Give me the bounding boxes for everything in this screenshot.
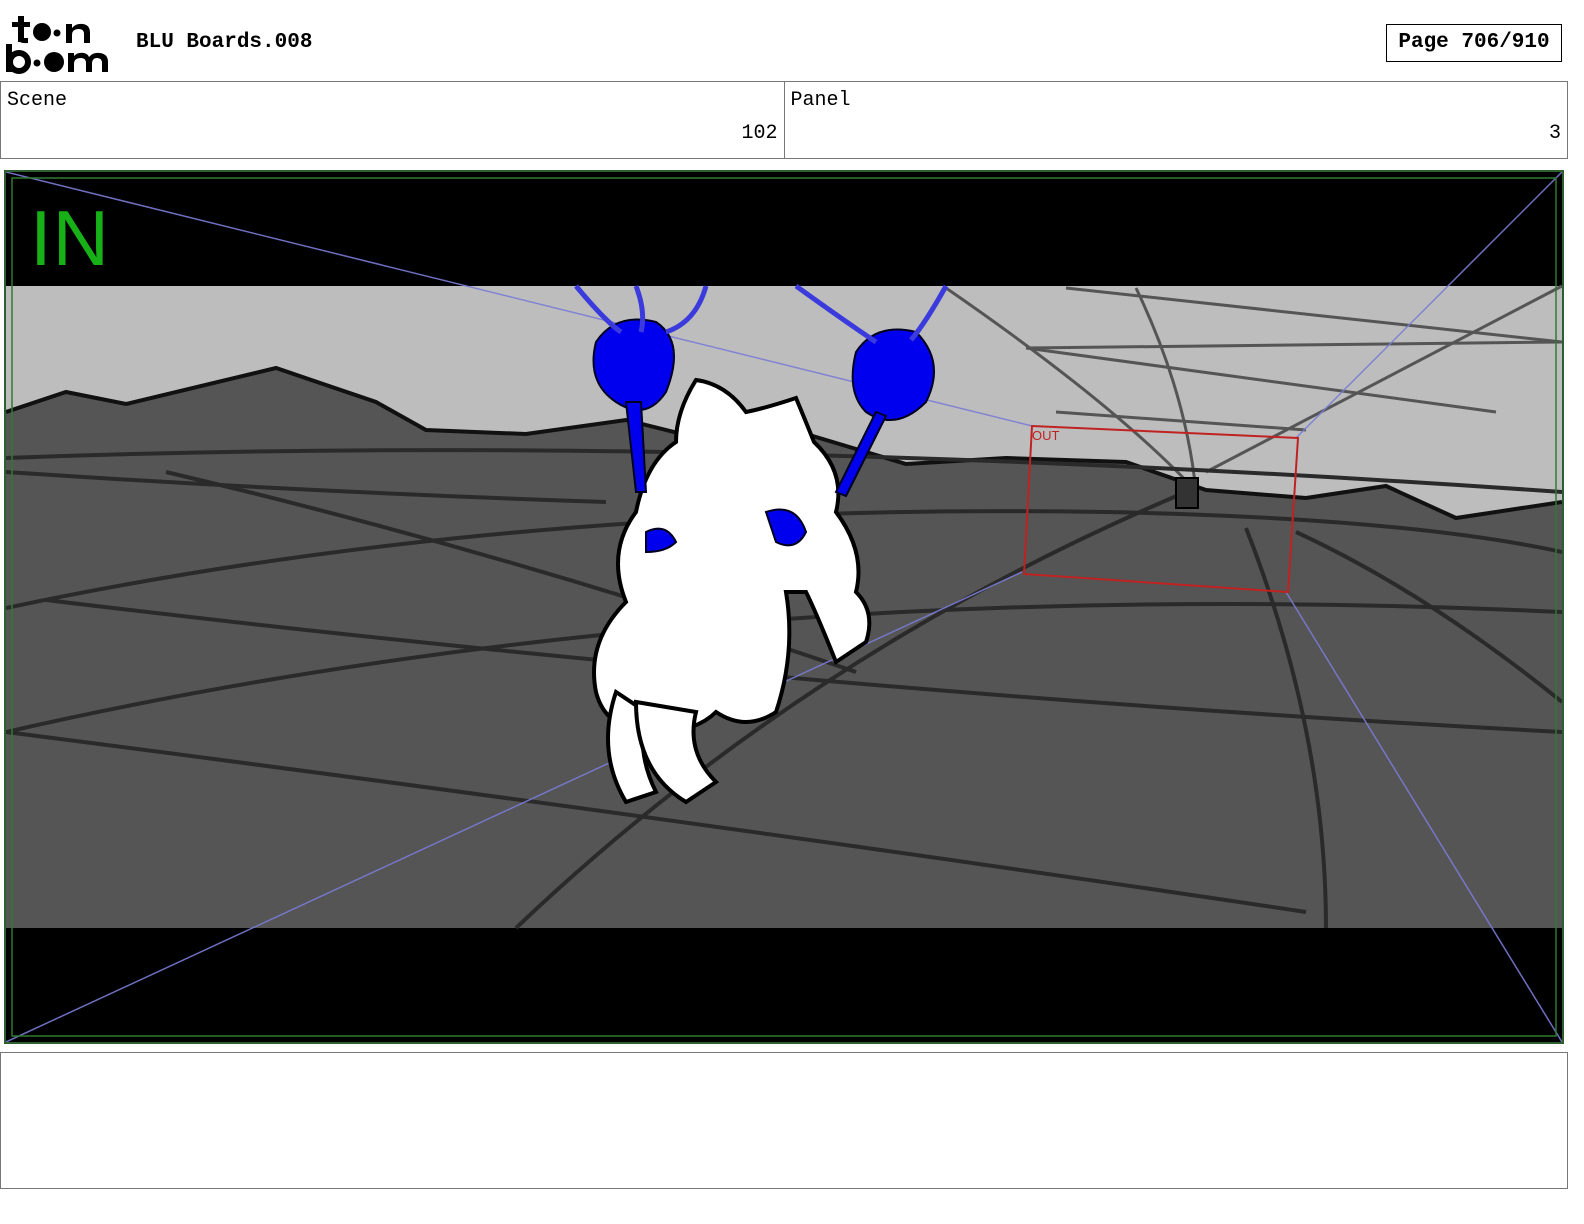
storyboard-frame: IN OUT xyxy=(4,170,1564,1044)
scene-cell: Scene 102 xyxy=(1,82,784,158)
page-indicator: Page 706/910 xyxy=(1386,24,1562,62)
storyboard-drawing xyxy=(6,172,1562,1042)
out-label: OUT xyxy=(1032,428,1060,443)
panel-cell: Panel 3 xyxy=(783,82,1568,158)
panel-label: Panel xyxy=(790,89,851,112)
notes-box xyxy=(0,1052,1568,1189)
header: BLU Boards.008 Page 706/910 xyxy=(0,0,1584,82)
panel-value: 3 xyxy=(1548,122,1561,145)
in-label: IN xyxy=(30,194,110,282)
toon-boom-logo xyxy=(6,16,108,74)
document-title: BLU Boards.008 xyxy=(136,31,313,54)
scene-label: Scene xyxy=(7,89,68,112)
small-object xyxy=(1175,477,1199,509)
scene-panel-row: Scene 102 Panel 3 xyxy=(0,81,1568,159)
scene-value: 102 xyxy=(741,122,778,145)
